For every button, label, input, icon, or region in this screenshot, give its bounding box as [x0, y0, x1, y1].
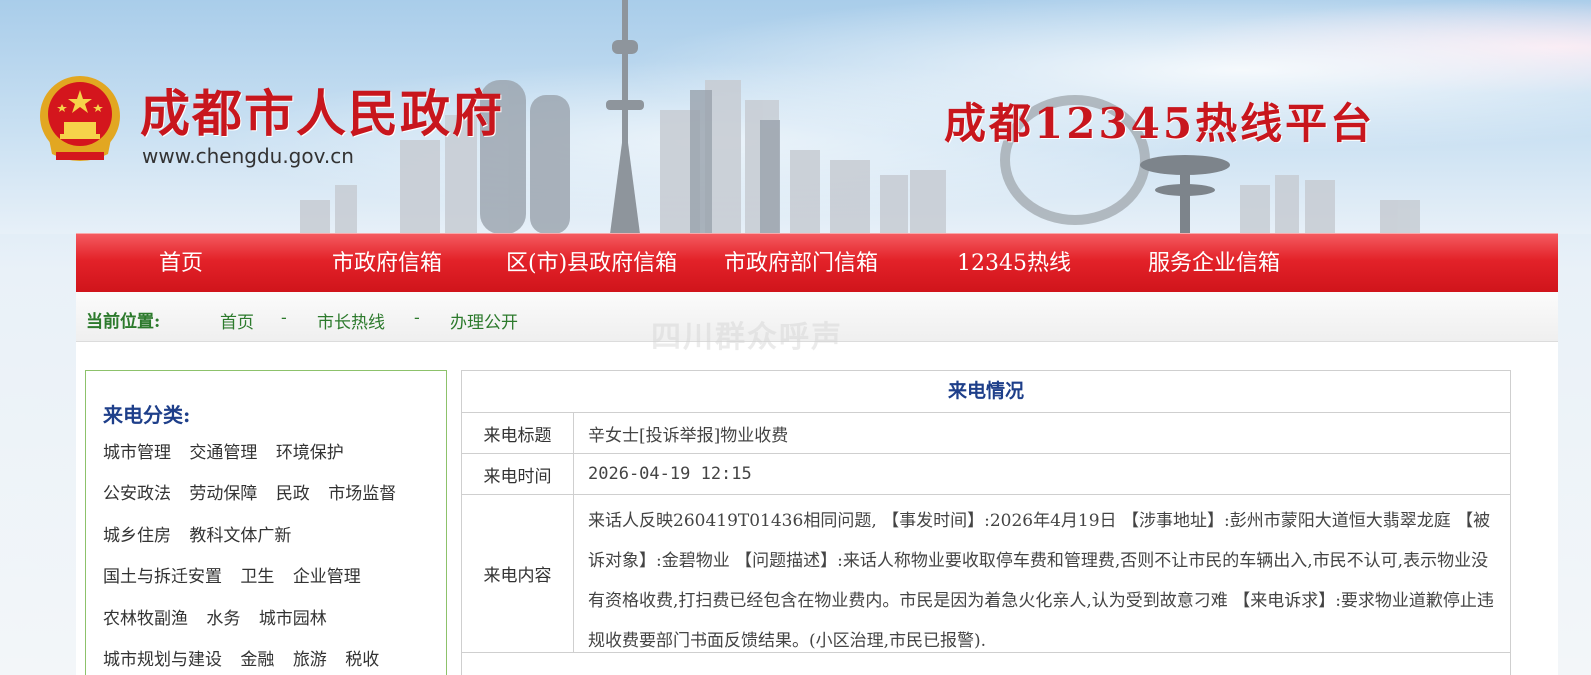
- category-link[interactable]: 交通管理: [189, 443, 257, 463]
- breadcrumb-separator: -: [414, 308, 420, 328]
- sidebar-title: 来电分类:: [103, 403, 191, 427]
- category-link[interactable]: 金融: [240, 650, 274, 670]
- nav-item-district-mailbox[interactable]: 区(市)县政府信箱: [506, 234, 677, 293]
- category-link[interactable]: 旅游: [293, 650, 327, 670]
- category-row: 城乡住房 教科文体广新: [103, 521, 304, 546]
- breadcrumb-home[interactable]: 首页: [220, 308, 254, 333]
- category-link[interactable]: 城市园林: [259, 609, 327, 629]
- nav-item-home[interactable]: 首页: [159, 234, 203, 293]
- nav-item-dept-mailbox[interactable]: 市政府部门信箱: [724, 234, 878, 293]
- category-link[interactable]: 市场监督: [328, 484, 396, 504]
- category-link[interactable]: 城市管理: [103, 443, 171, 463]
- call-info-table: 来电情况 来电标题 辛女士[投诉举报]物业收费 来电时间 2026-04-19 …: [461, 370, 1511, 675]
- breadcrumb: 当前位置: 首页 - 市长热线 - 办理公开 四川群众呼声: [76, 292, 1558, 355]
- table-row: 来电内容 来话人反映260419T01436相同问题, 【事发时间】:2026年…: [462, 495, 1510, 653]
- category-link[interactable]: 企业管理: [293, 567, 361, 587]
- header-banner: 成都市人民政府 www.chengdu.gov.cn 成都12345热线平台: [0, 0, 1591, 234]
- category-link[interactable]: 卫生: [240, 567, 274, 587]
- category-row: 农林牧副渔 水务 城市园林: [103, 604, 340, 629]
- call-title-value: 辛女士[投诉举报]物业收费: [588, 425, 789, 446]
- call-content-value: 来话人反映260419T01436相同问题, 【事发时间】:2026年4月19日…: [588, 511, 1494, 651]
- nav-item-city-mailbox[interactable]: 市政府信箱: [332, 234, 442, 293]
- call-content-label: 来电内容: [462, 495, 574, 652]
- gov-site-title: 成都市人民政府: [140, 84, 504, 143]
- category-sidebar: 来电分类: 城市管理 交通管理 环境保护 公安政法 劳动保障 民政 市场监督 城…: [85, 370, 447, 675]
- hotline-platform-title: 成都12345热线平台: [944, 99, 1376, 148]
- main-content: 当前位置: 首页 - 市长热线 - 办理公开 四川群众呼声 来电分类: 城市管理…: [76, 292, 1558, 675]
- main-nav: 首页 市政府信箱 区(市)县政府信箱 市政府部门信箱 12345热线 服务企业信…: [76, 233, 1558, 292]
- breadcrumb-label: 当前位置:: [86, 312, 161, 332]
- category-link[interactable]: 教科文体广新: [189, 526, 291, 546]
- table-row: 来电时间 2026-04-19 12:15: [462, 454, 1510, 495]
- category-link[interactable]: 税收: [345, 650, 379, 670]
- breadcrumb-mayor-hotline[interactable]: 市长热线: [317, 308, 385, 333]
- national-emblem-icon: [40, 76, 120, 161]
- call-title-label: 来电标题: [462, 413, 574, 453]
- category-row: 国土与拆迁安置 卫生 企业管理: [103, 562, 374, 587]
- category-row: 城市规划与建设 金融 旅游 税收: [103, 645, 392, 670]
- nav-item-enterprise-mailbox[interactable]: 服务企业信箱: [1148, 234, 1280, 293]
- breadcrumb-separator: -: [281, 308, 287, 328]
- category-link[interactable]: 环境保护: [276, 443, 344, 463]
- category-row: 城市管理 交通管理 环境保护: [103, 438, 357, 463]
- category-link[interactable]: 城市规划与建设: [103, 650, 222, 670]
- category-link[interactable]: 国土与拆迁安置: [103, 567, 222, 587]
- table-row: 来电标题 辛女士[投诉举报]物业收费: [462, 413, 1510, 454]
- call-time-label: 来电时间: [462, 454, 574, 494]
- nav-item-12345-hotline[interactable]: 12345热线: [957, 234, 1071, 293]
- category-link[interactable]: 城乡住房: [103, 526, 171, 546]
- category-link[interactable]: 水务: [206, 609, 240, 629]
- category-link[interactable]: 公安政法: [103, 484, 171, 504]
- category-link[interactable]: 农林牧副渔: [103, 609, 188, 629]
- gov-site-url: www.chengdu.gov.cn: [142, 144, 354, 168]
- category-row: 公安政法 劳动保障 民政 市场监督: [103, 479, 409, 504]
- watermark-text: 四川群众呼声: [651, 320, 843, 355]
- category-link[interactable]: 民政: [276, 484, 310, 504]
- call-info-heading: 来电情况: [462, 371, 1510, 413]
- breadcrumb-public-handling[interactable]: 办理公开: [450, 308, 518, 333]
- category-link[interactable]: 劳动保障: [189, 484, 257, 504]
- call-time-value: 2026-04-19 12:15: [588, 464, 752, 484]
